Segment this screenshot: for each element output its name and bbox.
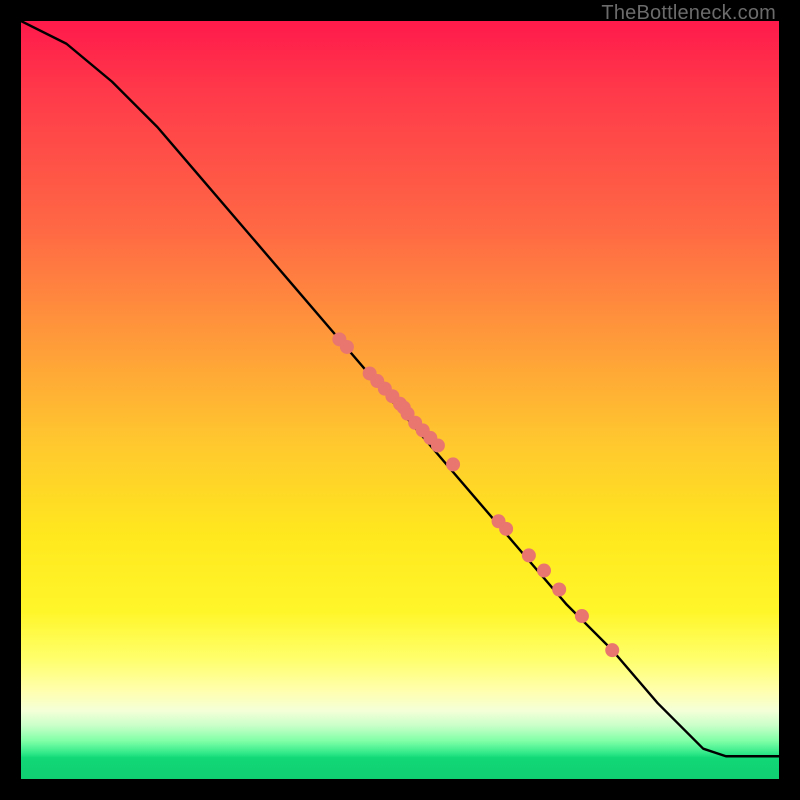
- data-point: [408, 416, 422, 430]
- data-point: [575, 609, 589, 623]
- data-point: [492, 514, 506, 528]
- plot-area: [21, 21, 779, 779]
- data-point: [446, 457, 460, 471]
- data-point: [378, 382, 392, 396]
- data-point: [552, 583, 566, 597]
- data-point: [431, 438, 445, 452]
- data-point: [370, 374, 384, 388]
- data-point: [393, 397, 407, 411]
- data-point: [397, 401, 411, 415]
- data-point: [499, 522, 513, 536]
- chart-svg: [21, 21, 779, 779]
- data-point: [340, 340, 354, 354]
- chart-stage: TheBottleneck.com: [0, 0, 800, 800]
- data-point: [401, 407, 415, 421]
- data-point: [537, 564, 551, 578]
- data-point: [605, 643, 619, 657]
- data-point: [522, 548, 536, 562]
- main-curve-line: [21, 21, 779, 756]
- data-point: [416, 423, 430, 437]
- highlight-points: [332, 332, 619, 657]
- data-point: [363, 366, 377, 380]
- data-point: [385, 389, 399, 403]
- data-point: [423, 431, 437, 445]
- data-point: [332, 332, 346, 346]
